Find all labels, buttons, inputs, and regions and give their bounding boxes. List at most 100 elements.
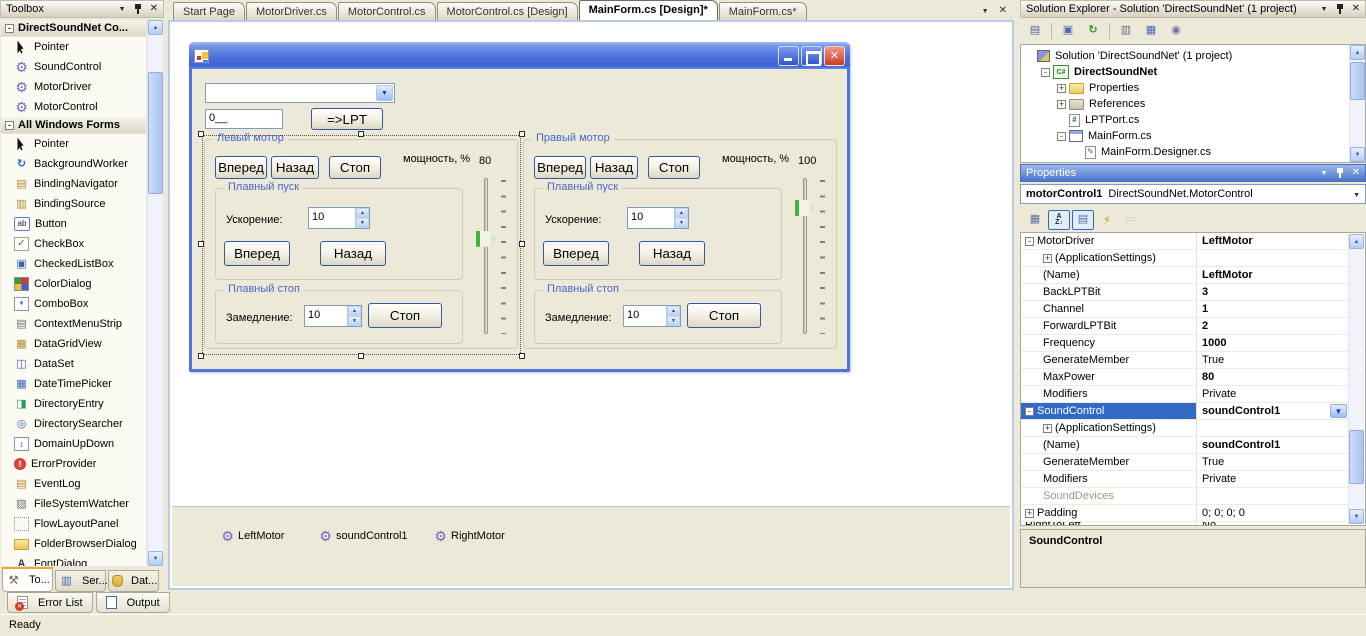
scrollbar-thumb[interactable] xyxy=(1349,430,1364,484)
toolbox-item[interactable]: CheckBox xyxy=(1,234,146,254)
scroll-down-icon[interactable]: ▼ xyxy=(148,551,163,566)
selection-handle[interactable] xyxy=(358,131,364,137)
toolbox-item[interactable]: Button xyxy=(1,214,146,234)
document-tab[interactable]: MotorDriver.cs xyxy=(246,2,337,20)
spin-down-icon[interactable]: ▼ xyxy=(667,316,680,326)
toolbox-item[interactable]: BackgroundWorker xyxy=(1,154,146,174)
tray-component[interactable]: LeftMotor xyxy=(220,529,284,543)
property-row[interactable]: MaxPower80 xyxy=(1021,369,1365,386)
toolbox-item[interactable]: CheckedListBox xyxy=(1,254,146,274)
solution-toolbar-button[interactable] xyxy=(1024,21,1046,41)
toolbox-item[interactable]: Pointer xyxy=(1,37,146,57)
scroll-up-icon[interactable]: ▲ xyxy=(1350,45,1365,60)
sound-device-combobox[interactable]: ▼ xyxy=(205,83,395,103)
close-icon[interactable] xyxy=(150,4,158,14)
tree-expander-icon[interactable]: + xyxy=(1057,84,1066,93)
toolbox-item[interactable]: Pointer xyxy=(1,134,146,154)
solution-toolbar-button[interactable] xyxy=(1057,21,1079,41)
property-expander-icon[interactable]: - xyxy=(1025,237,1034,246)
smooth-back-button[interactable]: Назад xyxy=(639,241,705,266)
toolbox-item[interactable]: FolderBrowserDialog xyxy=(1,534,146,554)
property-value[interactable] xyxy=(1197,420,1365,436)
tree-item[interactable]: +Properties xyxy=(1021,80,1365,96)
solution-toolbar-button[interactable] xyxy=(1082,21,1104,41)
property-row[interactable]: +(ApplicationSettings) xyxy=(1021,420,1365,437)
selection-handle[interactable] xyxy=(519,353,525,359)
deceleration-numeric-updown[interactable]: 10 ▲ ▼ xyxy=(623,305,681,327)
tray-component[interactable]: RightMotor xyxy=(433,529,505,543)
lpt-port-input[interactable]: 0__ xyxy=(205,109,283,129)
minimize-button[interactable] xyxy=(778,46,799,66)
motor-groupbox[interactable]: Левый мотор Вперед Назад Стоп мощность, … xyxy=(204,139,518,349)
chevron-down-icon[interactable]: ▼ xyxy=(376,85,393,101)
document-tab[interactable]: MotorControl.cs [Design] xyxy=(437,2,578,20)
property-row[interactable]: BackLPTBit3 xyxy=(1021,284,1365,301)
property-row[interactable]: (Name)LeftMotor xyxy=(1021,267,1365,284)
toolbox-item[interactable]: DataSet xyxy=(1,354,146,374)
toolbox-item[interactable]: EventLog xyxy=(1,474,146,494)
toolbox-item[interactable]: ErrorProvider xyxy=(1,454,146,474)
spin-up-icon[interactable]: ▲ xyxy=(356,208,369,218)
property-row[interactable]: (Name)soundControl1 xyxy=(1021,437,1365,454)
selection-handle[interactable] xyxy=(198,241,204,247)
property-row[interactable]: Channel1 xyxy=(1021,301,1365,318)
close-icon[interactable] xyxy=(999,4,1007,16)
property-value[interactable] xyxy=(1197,250,1365,266)
power-trackbar[interactable] xyxy=(473,170,515,342)
properties-toolbar-button[interactable] xyxy=(1048,210,1070,230)
toolbox-group-header[interactable]: -DirectSoundNet Co... xyxy=(1,20,146,37)
scroll-up-icon[interactable]: ▲ xyxy=(1349,234,1364,249)
spin-down-icon[interactable]: ▼ xyxy=(356,218,369,228)
auto-hide-pin-icon[interactable] xyxy=(134,4,142,14)
scrollbar-thumb[interactable] xyxy=(148,72,163,194)
property-value[interactable]: 0; 0; 0; 0 xyxy=(1197,505,1365,521)
selection-handle[interactable] xyxy=(198,353,204,359)
property-value[interactable]: soundControl1▼ xyxy=(1197,403,1365,419)
selection-handle[interactable] xyxy=(358,353,364,359)
property-row[interactable]: +Padding0; 0; 0; 0 xyxy=(1021,505,1365,522)
solution-toolbar-button[interactable] xyxy=(1115,21,1137,41)
solution-toolbar-button[interactable] xyxy=(1165,21,1187,41)
property-value[interactable]: 1 xyxy=(1197,301,1365,317)
toolbox-window-tab[interactable]: Ser... xyxy=(55,570,106,592)
tab-scroll-menu-icon[interactable] xyxy=(982,4,989,16)
property-row[interactable]: +(ApplicationSettings) xyxy=(1021,250,1365,267)
properties-header[interactable]: Properties xyxy=(1020,164,1366,182)
toolbox-item[interactable]: ComboBox xyxy=(1,294,146,314)
smooth-forward-button[interactable]: Вперед xyxy=(224,241,290,266)
designed-form-window[interactable]: ✕ ▼ 0__ =>LPT Левый мотор Вперед Назад С… xyxy=(189,42,850,372)
toolbox-scrollbar[interactable]: ▲ ▼ xyxy=(147,20,163,566)
toolbox-item[interactable]: ColorDialog xyxy=(1,274,146,294)
property-value[interactable]: Private xyxy=(1197,386,1365,402)
tree-item[interactable]: MainForm.Designer.cs xyxy=(1021,144,1365,160)
selection-handle[interactable] xyxy=(519,131,525,137)
property-value[interactable]: No xyxy=(1197,522,1365,526)
tree-expander-icon[interactable]: - xyxy=(1041,68,1050,77)
toolbox-item[interactable]: DomainUpDown xyxy=(1,434,146,454)
scrollbar-thumb[interactable] xyxy=(1350,62,1365,100)
scroll-up-icon[interactable]: ▲ xyxy=(148,20,163,35)
solution-toolbar-button[interactable] xyxy=(1140,21,1162,41)
properties-toolbar-button[interactable] xyxy=(1024,210,1046,230)
close-button[interactable]: ✕ xyxy=(824,46,845,66)
smooth-stop-button[interactable]: Стоп xyxy=(687,303,761,328)
properties-toolbar-button[interactable] xyxy=(1072,210,1094,230)
property-value[interactable]: True xyxy=(1197,352,1365,368)
properties-toolbar-button[interactable] xyxy=(1120,210,1142,230)
tree-item[interactable]: +References xyxy=(1021,96,1365,112)
bottom-panel-tab[interactable]: Output xyxy=(96,592,170,613)
tree-expander-icon[interactable]: + xyxy=(1057,100,1066,109)
toolbox-item[interactable]: DirectorySearcher xyxy=(1,414,146,434)
property-expander-icon[interactable]: + xyxy=(1025,509,1034,518)
property-row[interactable]: Frequency1000 xyxy=(1021,335,1365,352)
stop-button[interactable]: Стоп xyxy=(329,156,381,179)
back-button[interactable]: Назад xyxy=(271,156,319,179)
motor-groupbox[interactable]: Правый мотор Вперед Назад Стоп мощность,… xyxy=(523,139,837,349)
selection-handle[interactable] xyxy=(198,131,204,137)
form-titlebar[interactable]: ✕ xyxy=(189,42,850,69)
property-row[interactable]: RightToLeftNo xyxy=(1021,522,1365,526)
property-expander-icon[interactable]: - xyxy=(1025,407,1034,416)
forward-button[interactable]: Вперед xyxy=(215,156,267,179)
property-value[interactable] xyxy=(1197,488,1365,504)
tray-component[interactable]: soundControl1 xyxy=(318,529,408,543)
